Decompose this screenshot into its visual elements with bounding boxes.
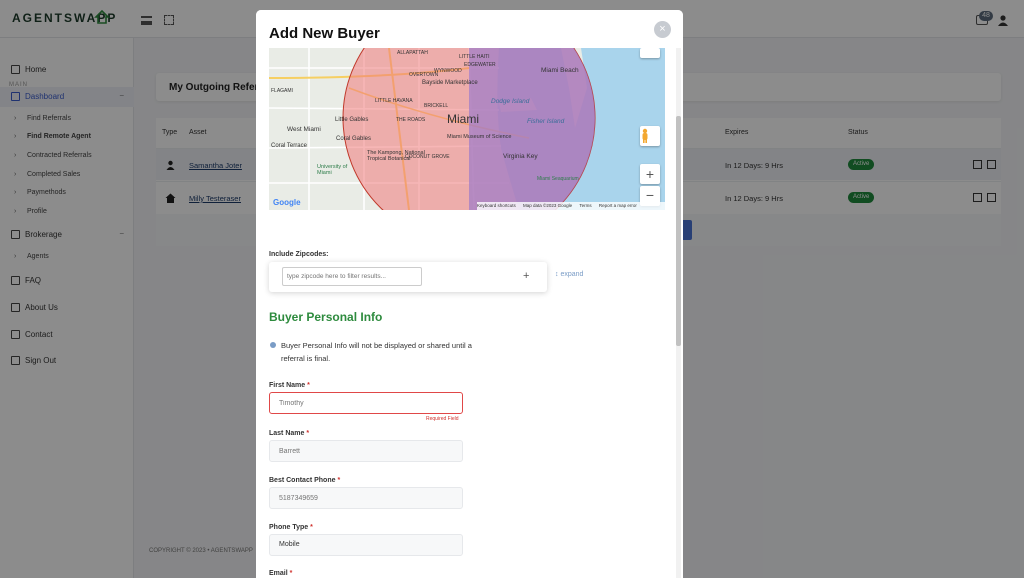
phone-type-label: Phone Type * xyxy=(269,524,313,531)
add-buyer-modal: Miami West Miami Coral Gables Little Gab… xyxy=(256,10,683,578)
required-mark: * xyxy=(307,382,310,389)
report-error-link[interactable]: Report a map error xyxy=(599,203,637,208)
map-fullscreen-button[interactable] xyxy=(640,48,660,58)
phone-label: Best Contact Phone * xyxy=(269,477,341,484)
privacy-notice: Buyer Personal Info will not be displaye… xyxy=(281,341,472,363)
map-label-bayside: Bayside Marketplace xyxy=(422,80,478,86)
map-label-little-gables: Little Gables xyxy=(335,117,369,123)
map-label-overtown: OVERTOWN xyxy=(409,72,439,78)
map-label-coral-gables: Coral Gables xyxy=(336,136,372,142)
map-label-miami-beach: Miami Beach xyxy=(541,67,579,74)
modal-scroll-thumb[interactable] xyxy=(676,116,681,346)
keyboard-shortcuts-link[interactable]: Keyboard shortcuts xyxy=(477,203,516,208)
map-label-coral-terrace: Coral Terrace xyxy=(271,143,307,149)
first-name-error: Required Field xyxy=(426,416,459,422)
zipcode-filter: + xyxy=(269,262,547,292)
last-name-field[interactable] xyxy=(269,440,463,462)
map-label-university: University of Miami xyxy=(317,164,348,176)
map-label-virginia-key: Virginia Key xyxy=(503,153,538,160)
map-label-park: Miami Seaquarium xyxy=(537,176,579,182)
required-mark: * xyxy=(289,570,293,577)
zipcodes-label: Include Zipcodes: xyxy=(269,251,329,258)
map-label-fisher-island: Fisher Island xyxy=(527,118,565,125)
phone-field[interactable] xyxy=(269,487,463,509)
map-label-kampong: The Kampong, National Tropical Botanical xyxy=(367,150,425,162)
add-zipcode-button[interactable]: + xyxy=(523,270,529,282)
info-bullet-icon xyxy=(270,342,276,348)
expand-link[interactable]: ↕ expand xyxy=(555,271,583,278)
required-mark: * xyxy=(337,477,341,484)
required-mark: * xyxy=(310,524,313,531)
map-label-the-roads: THE ROADS xyxy=(396,117,426,123)
map-label-edgewater: EDGEWATER xyxy=(464,62,496,68)
map-label-dodge-island: Dodge Island xyxy=(491,98,530,105)
map-attribution: Keyboard shortcuts Map data ©2023 Google… xyxy=(477,202,665,210)
map-data-label: Map data ©2023 Google xyxy=(523,203,573,208)
phone-type-select[interactable]: Mobile xyxy=(269,534,463,556)
map-label-little-havana: LITTLE HAVANA xyxy=(375,98,413,104)
map-label-brickell: BRICKELL xyxy=(424,103,449,109)
modal-title: Add New Buyer xyxy=(269,25,380,42)
email-label: Email * xyxy=(269,570,293,577)
map-label-museum: Miami Museum of Science xyxy=(447,134,512,140)
first-name-label: First Name * xyxy=(269,382,310,389)
map[interactable]: Miami West Miami Coral Gables Little Gab… xyxy=(269,48,665,210)
section-title: Buyer Personal Info xyxy=(269,310,383,324)
first-name-field[interactable] xyxy=(269,392,463,414)
zoom-in-button[interactable]: + xyxy=(640,164,660,184)
map-label-miami: Miami xyxy=(447,112,479,126)
street-view-pegman-icon[interactable] xyxy=(640,126,660,146)
terms-link[interactable]: Terms xyxy=(579,203,591,208)
last-name-label: Last Name * xyxy=(269,430,310,437)
required-mark: * xyxy=(306,430,310,437)
zipcode-input[interactable] xyxy=(282,267,422,286)
map-label-little-haiti: LITTLE HAITI xyxy=(459,54,490,60)
map-label-allapattah: ALLAPATTAH xyxy=(397,50,428,56)
google-logo[interactable]: Google xyxy=(273,198,301,207)
map-canvas xyxy=(269,48,665,210)
close-button[interactable]: × xyxy=(654,21,671,38)
map-label-west-miami: West Miami xyxy=(287,126,321,133)
modal-header: Add New Buyer × xyxy=(256,10,683,48)
map-label-flagami: FLAGAMI xyxy=(271,88,293,94)
